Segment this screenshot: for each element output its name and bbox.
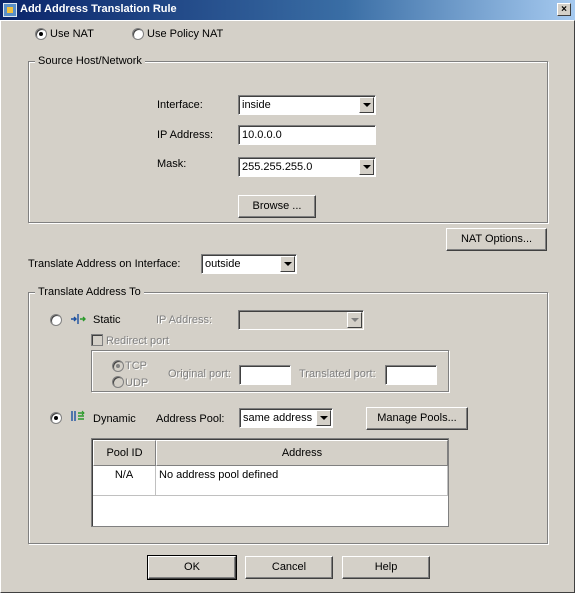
tcp-label: TCP [125,360,147,372]
close-button[interactable]: × [557,3,571,16]
chevron-down-icon[interactable] [359,159,374,175]
row-pool-id: N/A [114,469,134,481]
address-pool-select[interactable]: same address [239,408,333,428]
use-policy-nat-label[interactable]: Use Policy NAT [147,28,223,40]
udp-label: UDP [125,377,149,389]
static-ip-select[interactable] [238,310,364,330]
app-icon [3,3,17,17]
chevron-down-icon[interactable] [316,410,331,426]
dynamic-nat-icon [71,410,85,421]
address-pool-label: Address Pool: [156,413,225,425]
static-label[interactable]: Static [93,314,121,326]
table-row[interactable]: No address pool defined [156,466,448,496]
dynamic-label[interactable]: Dynamic [93,413,136,425]
ip-address-input[interactable]: 10.0.0.0 [238,125,376,145]
static-nat-icon [71,314,86,324]
help-button[interactable]: Help [342,556,430,579]
translated-port-input[interactable] [385,365,437,385]
original-port-label: Original port: [168,368,231,380]
title-bar[interactable]: Add Address Translation Rule × [0,0,575,20]
translate-interface-select[interactable]: outside [201,254,297,274]
ok-button[interactable]: OK [147,555,237,580]
interface-select[interactable]: inside [238,95,376,115]
column-header-address[interactable]: Address [156,440,448,466]
close-icon: × [561,4,567,15]
chevron-down-icon[interactable] [359,97,374,113]
redirect-port-label: Redirect port [106,335,169,347]
dynamic-radio[interactable] [50,412,62,424]
chevron-down-icon[interactable] [280,256,295,272]
translated-port-label: Translated port: [299,368,376,380]
static-ip-label: IP Address: [156,314,213,326]
mask-value: 255.255.255.0 [242,161,313,173]
mask-select[interactable]: 255.255.255.0 [238,157,376,177]
chevron-down-icon[interactable] [347,312,362,328]
use-nat-label[interactable]: Use NAT [50,28,94,40]
interface-label: Interface: [157,99,203,111]
address-pool-table: Pool ID Address N/A No address pool defi… [91,438,449,527]
table-row[interactable]: N/A [93,466,156,496]
static-radio[interactable] [50,314,62,326]
window-title: Add Address Translation Rule [20,3,177,15]
use-nat-radio[interactable] [35,28,47,40]
address-header: Address [281,447,323,459]
tcp-radio[interactable] [112,360,124,372]
address-pool-value: same address [243,412,313,424]
row-address: No address pool defined [159,469,279,481]
translate-interface-value: outside [205,258,241,270]
browse-button[interactable]: Browse ... [238,195,316,218]
translate-group-legend: Translate Address To [35,286,144,298]
use-policy-nat-radio[interactable] [132,28,144,40]
udp-radio[interactable] [112,376,124,388]
redirect-port-checkbox[interactable] [91,334,103,346]
ip-address-label: IP Address: [157,129,214,141]
ip-address-value: 10.0.0.0 [242,129,282,141]
translate-interface-label: Translate Address on Interface: [28,258,181,270]
column-header-pool-id[interactable]: Pool ID [93,440,156,466]
manage-pools-button[interactable]: Manage Pools... [366,407,468,430]
mask-label: Mask: [157,158,187,170]
cancel-button[interactable]: Cancel [245,556,333,579]
pool-id-header: Pool ID [106,447,143,459]
original-port-input[interactable] [239,365,291,385]
interface-value: inside [242,99,271,111]
nat-options-button[interactable]: NAT Options... [446,228,547,251]
source-group-legend: Source Host/Network [35,55,145,67]
